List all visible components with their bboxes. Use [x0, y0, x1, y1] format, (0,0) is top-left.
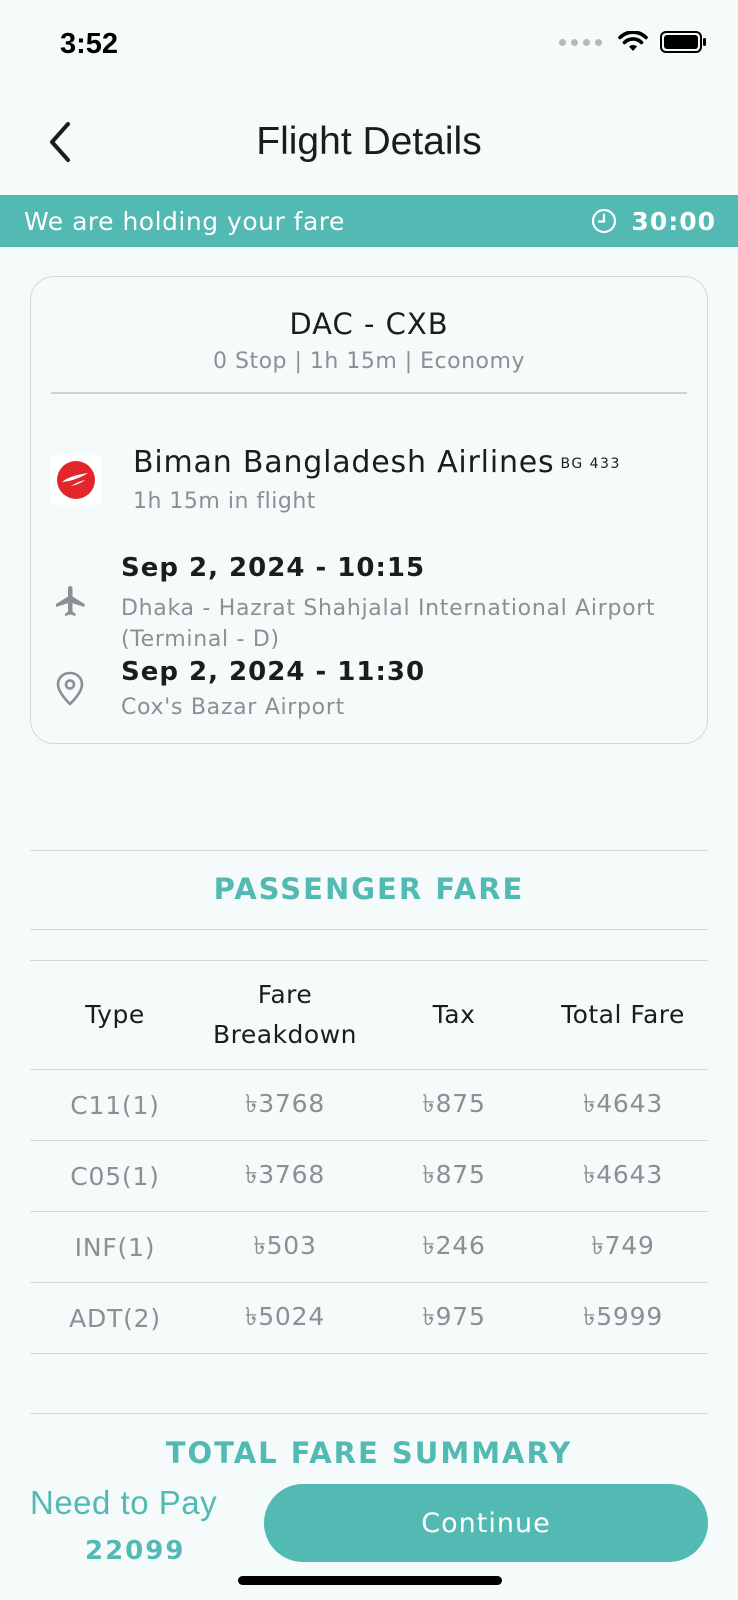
cellular-signal-icon [559, 38, 602, 46]
status-time: 3:52 [60, 28, 119, 60]
arrival-airport: Cox's Bazar Airport [121, 695, 345, 720]
bottom-action-bar: Need to Pay 22099 Continue [0, 1478, 738, 1578]
clock-icon [592, 208, 617, 234]
column-header-fare-breakdown: Fare Breakdown [212, 980, 357, 1049]
flight-number: BG 433 [560, 455, 621, 472]
fare-breakdown: ৳5024 [244, 1301, 326, 1331]
route: DAC - CXB [289, 307, 449, 341]
fare-breakdown: ৳503 [253, 1230, 317, 1260]
wifi-icon [618, 31, 648, 51]
status-icons [559, 30, 708, 54]
need-to-pay-label: Need to Pay [30, 1484, 218, 1521]
divider [30, 929, 708, 930]
flight-duration: 1h 15m in flight [133, 489, 316, 514]
table-row: C11(1) ৳3768 ৳875 ৳4643 [30, 1070, 708, 1141]
fare-total: ৳749 [591, 1230, 655, 1260]
continue-button[interactable]: Continue [264, 1484, 708, 1562]
fare-type: C05(1) [70, 1161, 160, 1191]
column-header-total-fare: Total Fare [561, 1000, 685, 1029]
fare-tax: ৳246 [422, 1230, 486, 1260]
airline-logo [51, 455, 101, 505]
fare-tax: ৳875 [422, 1088, 486, 1118]
navigation-bar: Flight Details [0, 100, 738, 184]
divider [30, 1413, 708, 1414]
flight-summary-card: DAC - CXB 0 Stop | 1h 15m | Economy Bima… [30, 276, 708, 744]
divider [30, 850, 708, 851]
status-bar: 3:52 [0, 0, 738, 92]
departure-airport: Dhaka - Hazrat Shahjalal International A… [121, 596, 656, 652]
fare-breakdown: ৳3768 [244, 1159, 326, 1189]
fare-type: ADT(2) [69, 1303, 161, 1333]
fare-total: ৳4643 [582, 1159, 664, 1189]
fare-type: C11(1) [70, 1090, 160, 1120]
arrival-datetime: Sep 2, 2024 - 11:30 [121, 657, 426, 687]
fare-tax: ৳875 [422, 1159, 486, 1189]
airline-name-text: Biman Bangladesh Airlines [133, 445, 555, 480]
airplane-icon [56, 586, 85, 616]
airline-name: Biman Bangladesh Airlines BG 433 [133, 445, 621, 480]
fare-hold-banner: We are holding your fare 30:00 [0, 195, 738, 247]
hold-banner-text: We are holding your fare [24, 206, 345, 236]
fare-total: ৳5999 [582, 1301, 664, 1331]
route-meta: 0 Stop | 1h 15m | Economy [213, 349, 525, 374]
need-to-pay-amount: 22099 [85, 1536, 186, 1566]
total-fare-summary-title: TOTAL FARE SUMMARY [165, 1436, 573, 1470]
table-row: C05(1) ৳3768 ৳875 ৳4643 [30, 1141, 708, 1212]
fare-breakdown: ৳3768 [244, 1088, 326, 1118]
location-pin-icon [56, 671, 84, 706]
fare-tax: ৳975 [422, 1301, 486, 1331]
passenger-fare-title: PASSENGER FARE [213, 872, 525, 906]
column-header-type: Type [85, 1000, 145, 1029]
table-row: ADT(2) ৳5024 ৳975 ৳5999 [30, 1283, 708, 1354]
table-row: INF(1) ৳503 ৳246 ৳749 [30, 1212, 708, 1283]
home-indicator [238, 1576, 502, 1585]
table-header-row: Type Fare Breakdown Tax Total Fare [30, 960, 708, 1070]
fare-type: INF(1) [74, 1232, 156, 1262]
card-divider [51, 392, 687, 394]
passenger-fare-table: Type Fare Breakdown Tax Total Fare C11(1… [30, 960, 708, 1354]
biman-logo-icon [57, 461, 95, 499]
column-header-tax: Tax [432, 1000, 476, 1029]
fare-total: ৳4643 [582, 1088, 664, 1118]
page-title: Flight Details [256, 120, 482, 163]
departure-datetime: Sep 2, 2024 - 10:15 [121, 553, 426, 583]
hold-timer: 30:00 [591, 207, 716, 236]
hold-timer-value: 30:00 [631, 206, 716, 236]
battery-icon [660, 31, 706, 53]
